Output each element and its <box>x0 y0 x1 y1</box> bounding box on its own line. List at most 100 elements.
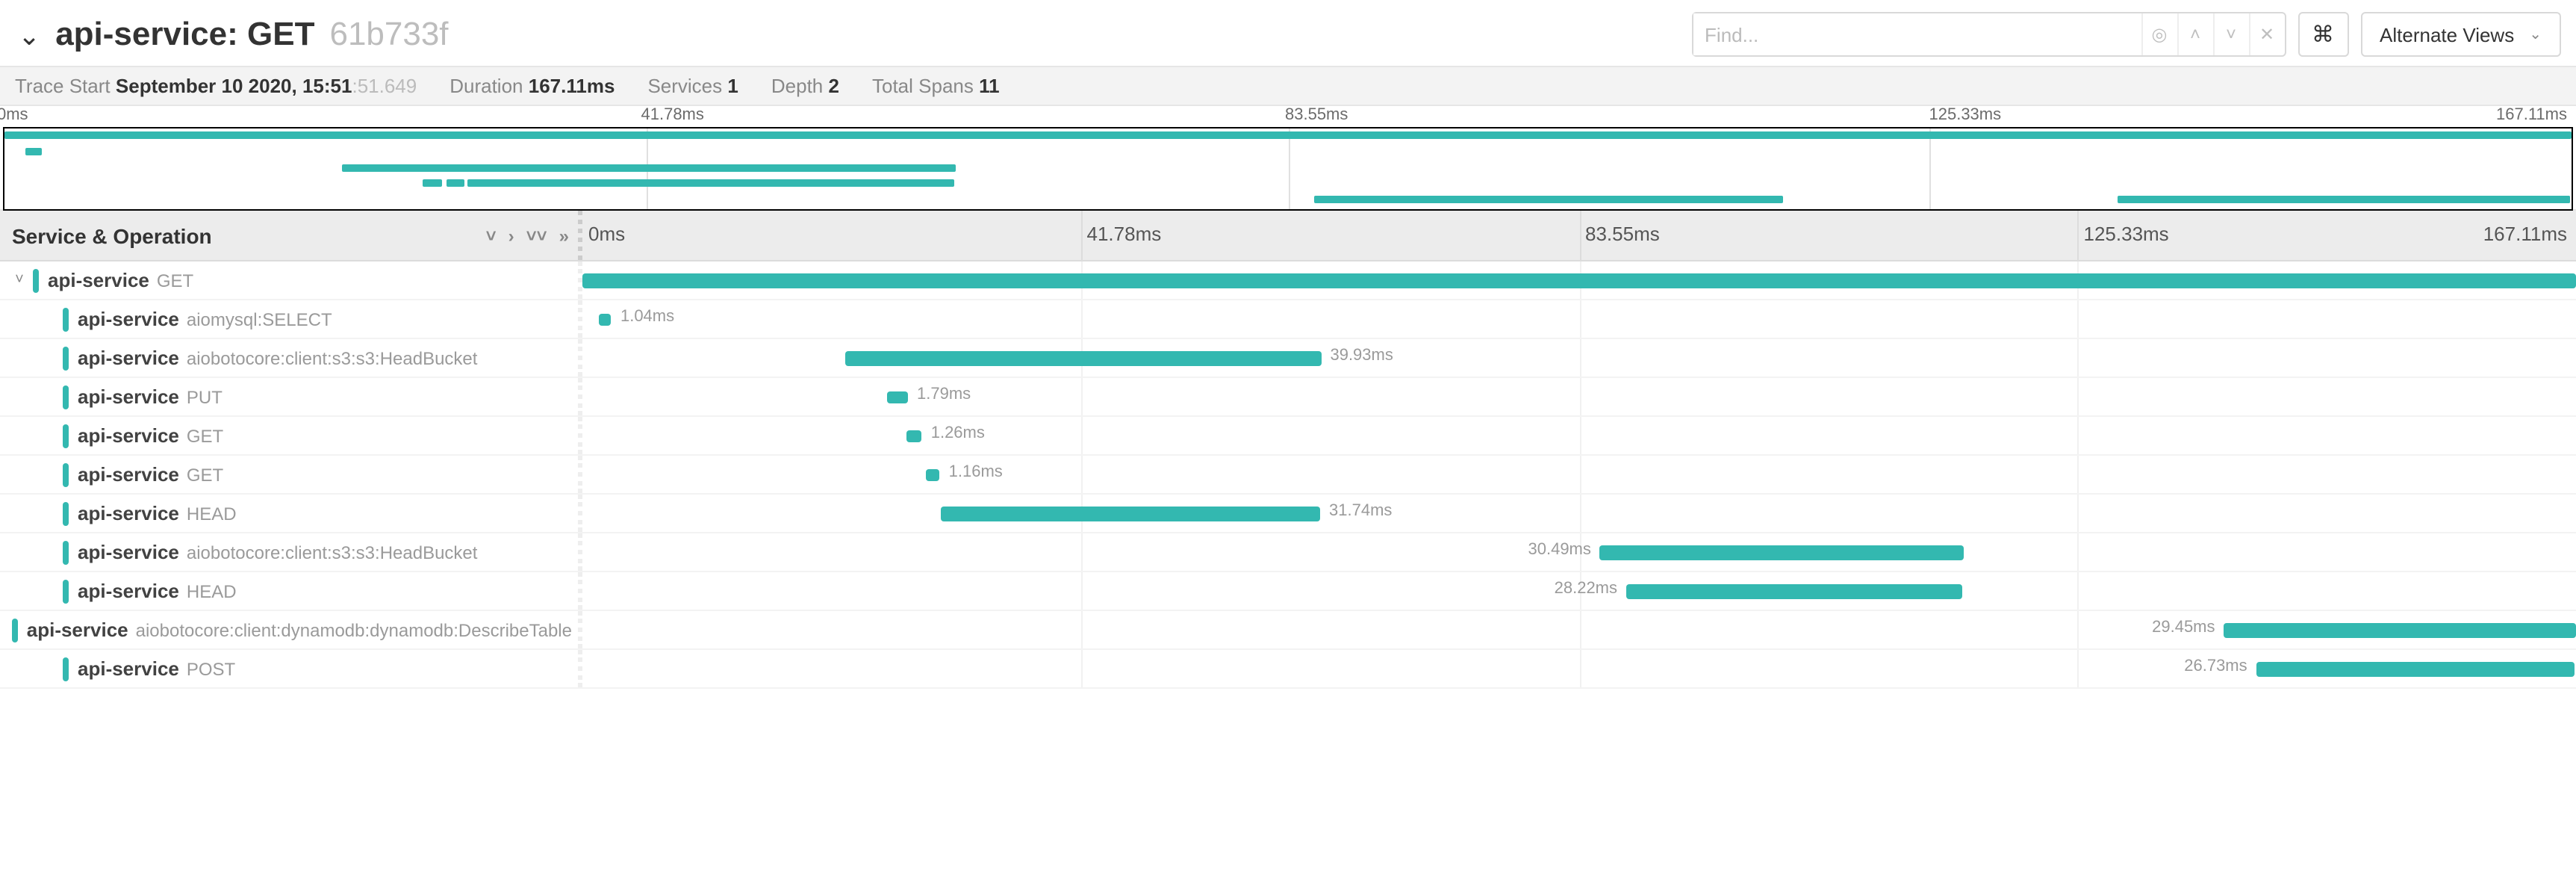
span-track[interactable]: 28.22ms <box>582 572 2576 610</box>
minimap-span-bar <box>467 180 954 188</box>
span-duration-label: 29.45ms <box>2152 619 2215 637</box>
minimap-span-bar <box>2159 196 2570 203</box>
alternate-views-label: Alternate Views <box>2380 23 2514 46</box>
span-service-name: api-service <box>78 308 179 330</box>
service-color-chip <box>63 657 69 681</box>
span-bar[interactable] <box>845 351 1322 366</box>
keyboard-shortcut-button[interactable]: ⌘ <box>2297 12 2348 57</box>
track-gridline <box>2078 650 2079 687</box>
span-label[interactable]: api-serviceHEAD <box>0 495 582 532</box>
ruler-gridline <box>1579 211 1581 260</box>
span-track[interactable]: 1.04ms <box>582 300 2576 338</box>
span-label[interactable]: api-servicePOST <box>0 650 582 687</box>
span-track[interactable]: 1.79ms <box>582 378 2576 415</box>
ruler-gridline <box>2078 211 2079 260</box>
span-label[interactable]: api-serviceGET <box>0 417 582 454</box>
span-label[interactable]: api-serviceaiobotocore:client:s3:s3:Head… <box>0 533 582 571</box>
collapse-one-icon[interactable]: ˅ <box>486 225 497 246</box>
trace-minimap[interactable]: 0ms41.78ms83.55ms125.33ms167.11ms <box>0 106 2576 211</box>
trace-info-bar: Trace Start September 10 2020, 15:51:51.… <box>0 67 2576 106</box>
track-gridline <box>1081 456 1083 493</box>
service-color-chip <box>63 346 69 370</box>
find-locate-icon[interactable]: ◎ <box>2141 13 2177 55</box>
collapse-all-icon[interactable]: ˅˅ <box>526 225 547 246</box>
minimap-tick-label: 41.78ms <box>641 106 704 124</box>
span-operation-name: aiomysql:SELECT <box>187 309 332 329</box>
info-depth: Depth 2 <box>771 75 839 97</box>
span-label[interactable]: api-servicePUT <box>0 378 582 415</box>
span-bar[interactable] <box>1626 584 1963 599</box>
trace-id: 61b733f <box>329 15 448 54</box>
minimap-canvas[interactable] <box>3 127 2573 211</box>
span-track[interactable]: 30.49ms <box>582 533 2576 571</box>
ruler-tick-label: 125.33ms <box>2084 223 2169 245</box>
span-bar[interactable] <box>886 391 908 403</box>
span-label[interactable]: api-service aiomysql:SELECT <box>0 300 582 338</box>
span-label[interactable]: api-serviceaiobotocore:client:dynamodb:d… <box>0 611 582 648</box>
span-track[interactable]: 1.16ms <box>582 456 2576 493</box>
track-gridline <box>1579 339 1581 377</box>
minimap-tick-label: 125.33ms <box>1929 106 2002 124</box>
span-bar[interactable] <box>599 314 612 326</box>
span-track[interactable]: 26.73ms <box>582 650 2576 687</box>
span-duration-label: 26.73ms <box>2184 657 2247 675</box>
span-track[interactable]: 29.45ms <box>582 611 2576 648</box>
span-label[interactable]: api-serviceHEAD <box>0 572 582 610</box>
span-row[interactable]: api-serviceHEAD 28.22ms <box>0 572 2576 611</box>
span-duration-label: 28.22ms <box>1555 580 1617 598</box>
span-bar[interactable] <box>2256 662 2575 677</box>
find-clear-icon[interactable]: ✕ <box>2248 13 2284 55</box>
track-gridline <box>1081 378 1083 415</box>
span-bar[interactable] <box>582 273 2576 288</box>
track-gridline <box>1081 300 1083 338</box>
span-duration-label: 1.79ms <box>917 385 971 403</box>
find-input[interactable] <box>1693 13 2141 55</box>
track-gridline <box>1081 533 1083 571</box>
span-bar[interactable] <box>1600 545 1964 560</box>
span-track[interactable]: 1.26ms <box>582 417 2576 454</box>
span-operation-name: PUT <box>187 386 223 407</box>
service-color-chip <box>63 462 69 486</box>
find-prev-icon[interactable]: ˄ <box>2177 13 2212 55</box>
span-bar[interactable] <box>942 507 1320 521</box>
info-trace-start: Trace Start September 10 2020, 15:51:51.… <box>15 75 417 97</box>
span-row[interactable]: api-serviceaiobotocore:client:s3:s3:Head… <box>0 339 2576 378</box>
span-row[interactable]: api-servicePUT 1.79ms <box>0 378 2576 417</box>
span-row[interactable]: api-serviceGET1.26ms <box>0 417 2576 456</box>
track-gridline <box>2078 417 2079 454</box>
span-bar[interactable] <box>926 469 940 481</box>
span-service-name: api-service <box>78 347 179 369</box>
timeline-column-header: Service & Operation ˅ › ˅˅ » 0ms41.78ms8… <box>0 211 2576 261</box>
alternate-views-button[interactable]: Alternate Views ⌄ <box>2360 12 2561 57</box>
span-service-name: api-service <box>27 619 128 641</box>
expand-one-icon[interactable]: › <box>508 225 514 246</box>
span-toggle-caret-icon[interactable]: ˅ <box>9 272 30 288</box>
collapse-caret-icon[interactable]: ⌄ <box>12 21 46 52</box>
ruler-tick-label: 41.78ms <box>1087 223 1162 245</box>
span-label[interactable]: ˅api-serviceGET <box>0 261 582 299</box>
span-row[interactable]: api-servicePOST 26.73ms <box>0 650 2576 689</box>
span-track[interactable] <box>582 261 2576 299</box>
minimap-tick-label: 83.55ms <box>1285 106 1348 124</box>
span-row[interactable]: api-serviceGET1.16ms <box>0 456 2576 495</box>
track-gridline <box>1081 572 1083 610</box>
find-next-icon[interactable]: ˅ <box>2212 13 2248 55</box>
span-row[interactable]: api-service aiomysql:SELECT 1.04ms <box>0 300 2576 339</box>
span-row[interactable]: ˅api-serviceGET <box>0 261 2576 300</box>
span-row[interactable]: api-serviceaiobotocore:client:dynamodb:d… <box>0 611 2576 650</box>
span-row[interactable]: api-serviceaiobotocore:client:s3:s3:Head… <box>0 533 2576 572</box>
track-gridline <box>2078 611 2079 648</box>
span-label[interactable]: api-serviceaiobotocore:client:s3:s3:Head… <box>0 339 582 377</box>
span-track[interactable]: 31.74ms <box>582 495 2576 532</box>
minimap-span-bar <box>423 180 442 188</box>
span-label[interactable]: api-serviceGET <box>0 456 582 493</box>
span-row[interactable]: api-serviceHEAD31.74ms <box>0 495 2576 533</box>
minimap-span-bar <box>343 164 956 171</box>
expand-all-icon[interactable]: » <box>559 225 569 246</box>
span-track[interactable]: 39.93ms <box>582 339 2576 377</box>
trace-title-wrap: ⌄ api-service: GET 61b733f <box>12 15 449 54</box>
span-bar[interactable] <box>2224 623 2576 638</box>
span-service-name: api-service <box>48 269 149 291</box>
span-bar[interactable] <box>907 430 922 442</box>
minimap-tick-label: 167.11ms <box>2496 106 2567 124</box>
